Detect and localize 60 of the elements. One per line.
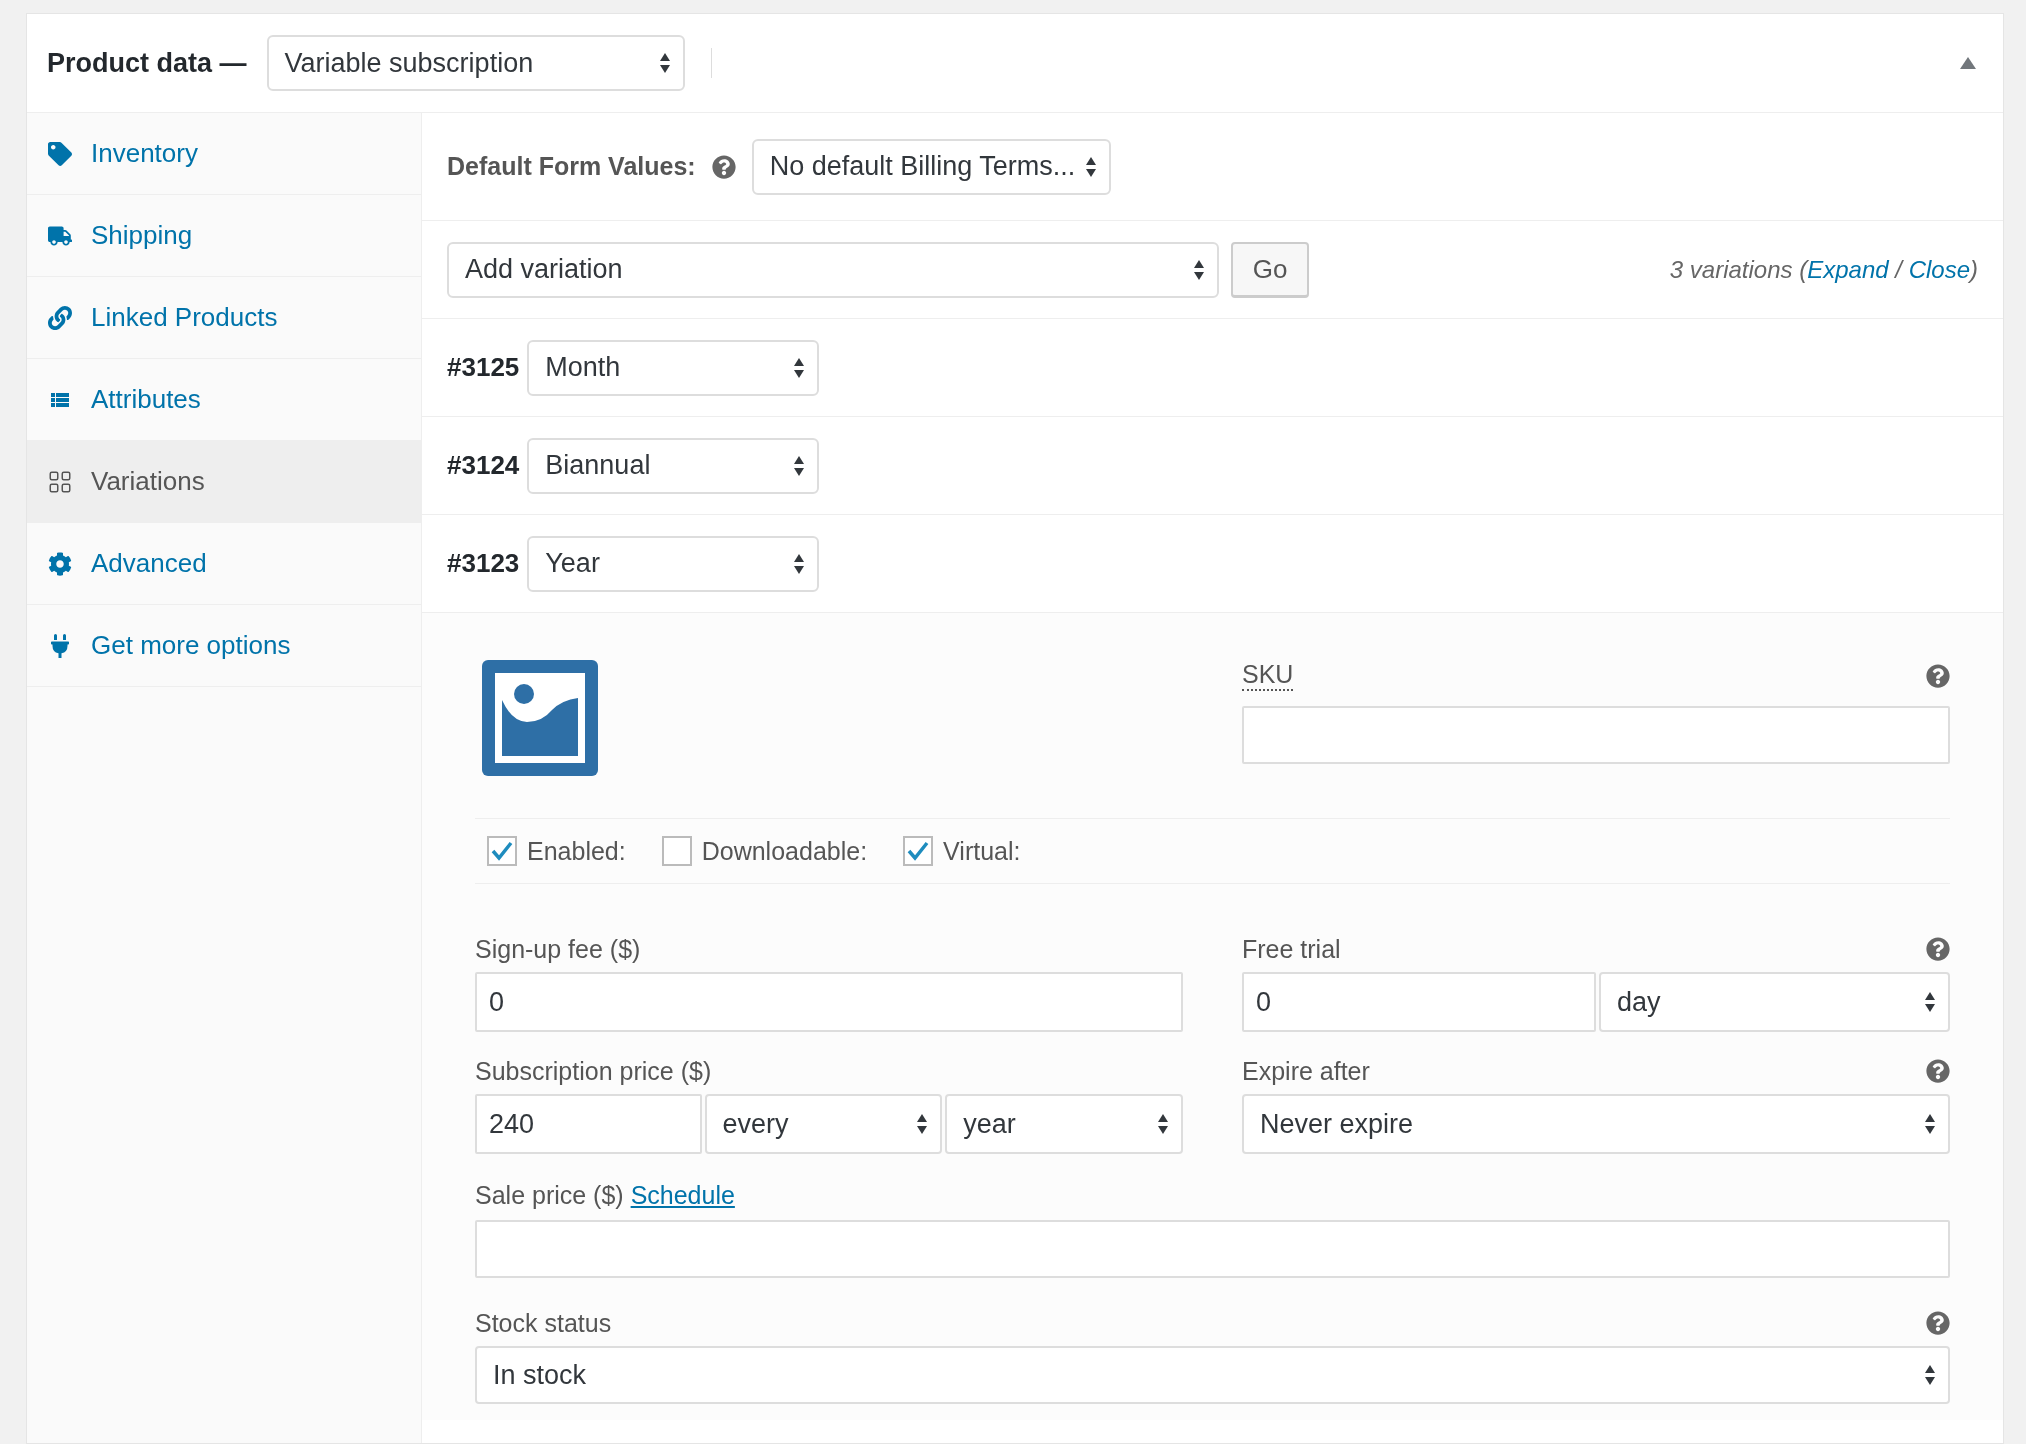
variation-period-select[interactable]: Month xyxy=(527,339,820,396)
toggle-link[interactable]: Expand xyxy=(1807,255,1889,283)
checkbox-label: Virtual: xyxy=(943,836,1021,866)
variation-id: #3124 xyxy=(447,450,520,481)
panel-title: Product data — xyxy=(47,47,247,79)
sidebar-tab[interactable]: Shipping xyxy=(27,195,421,277)
checkbox[interactable] xyxy=(661,836,692,866)
price-input[interactable]: 240 xyxy=(475,1094,702,1154)
dropdown-arrows-icon xyxy=(1924,1363,1936,1387)
checkbox-label: Downloadable: xyxy=(701,836,868,866)
variation-id: #3123 xyxy=(447,548,520,579)
checkbox-label: Enabled: xyxy=(527,836,626,866)
sidebar-tab[interactable]: Advanced xyxy=(27,523,421,605)
variation-id: #3125 xyxy=(447,352,520,383)
dropdown-arrows-icon xyxy=(1157,1112,1169,1136)
sku-label: SKU xyxy=(1242,661,1294,691)
variation-count: 3 variations (Expand / Close) xyxy=(1669,255,1978,284)
billing-terms-select[interactable]: No default Billing Terms... xyxy=(751,138,1112,195)
field-label: Stock status xyxy=(475,1308,612,1338)
link-icon xyxy=(47,304,73,331)
collapse-toggle-icon[interactable] xyxy=(1959,56,1977,70)
field-label: Subscription price ($) xyxy=(475,1056,712,1086)
checkbox[interactable] xyxy=(903,836,934,866)
expire-select[interactable]: Never expire xyxy=(1242,1094,1950,1154)
field-label: Expire after xyxy=(1242,1056,1370,1086)
field-label: Free trial xyxy=(1242,934,1341,964)
dropdown-arrows-icon xyxy=(1924,990,1936,1014)
sku-input[interactable] xyxy=(1242,706,1950,764)
field-label: Sign-up fee ($) xyxy=(475,934,641,964)
tag-icon xyxy=(47,140,73,167)
sidebar-tab[interactable]: Variations xyxy=(27,441,421,523)
dropdown-arrows-icon xyxy=(1924,1112,1936,1136)
help-icon[interactable] xyxy=(1926,1059,1950,1083)
field-label: Sale price ($) Schedule xyxy=(475,1180,735,1210)
sidebar-tab[interactable]: Get more options xyxy=(27,605,421,687)
trial-unit-select[interactable]: day xyxy=(1599,972,1950,1032)
sale-price-input[interactable] xyxy=(475,1220,1950,1278)
go-button[interactable]: Go xyxy=(1231,241,1309,298)
help-icon[interactable] xyxy=(711,154,736,179)
schedule-link[interactable]: Schedule xyxy=(630,1180,735,1209)
add-variation-select[interactable]: Add variation xyxy=(447,241,1219,298)
dropdown-arrows-icon xyxy=(916,1112,929,1136)
dropdown-arrows-icon xyxy=(658,51,671,75)
variation-period-select[interactable]: Year xyxy=(527,535,820,592)
default-form-label: Default Form Values: xyxy=(447,152,696,181)
variation-period-select[interactable]: Biannual xyxy=(527,437,820,494)
stock-status-select[interactable]: In stock xyxy=(475,1346,1950,1404)
free-trial-input[interactable]: 0 xyxy=(1242,972,1596,1032)
checkbox[interactable] xyxy=(487,836,517,866)
sidebar-tab[interactable]: Inventory xyxy=(27,113,421,195)
gear-icon xyxy=(47,550,73,577)
interval-select[interactable]: every xyxy=(704,1094,943,1154)
help-icon[interactable] xyxy=(1926,664,1950,688)
help-icon[interactable] xyxy=(1926,937,1950,961)
help-icon[interactable] xyxy=(1926,1311,1950,1335)
sidebar-tab[interactable]: Linked Products xyxy=(27,277,421,359)
image-placeholder-icon[interactable] xyxy=(482,660,598,776)
period-select[interactable]: year xyxy=(945,1094,1183,1154)
signup-fee-input[interactable]: 0 xyxy=(475,972,1183,1032)
product-type-select[interactable]: Variable subscription xyxy=(266,35,685,91)
